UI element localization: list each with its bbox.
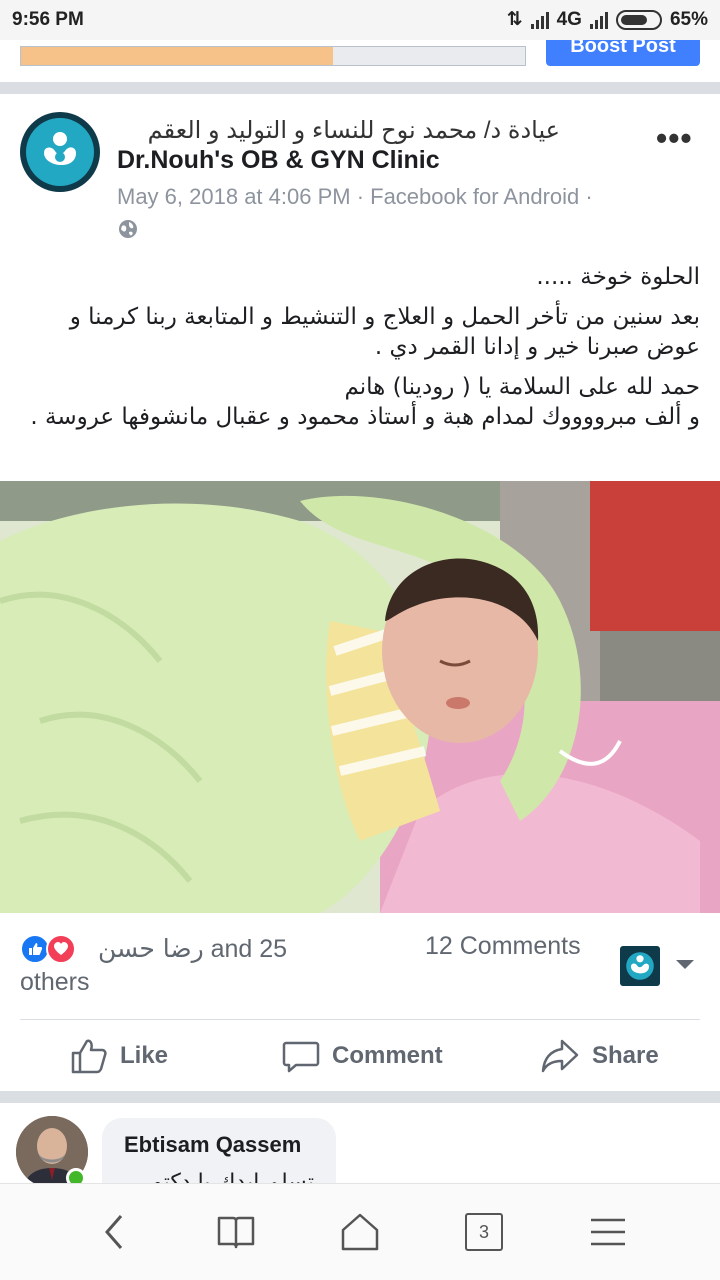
network-type: 4G [556, 8, 582, 30]
actions-divider [20, 1019, 700, 1020]
data-arrows-icon: ⇅ [506, 9, 523, 30]
page-name-arabic[interactable]: عيادة د/ محمد نوح للنساء و التوليد و الع… [148, 116, 560, 145]
page-avatar[interactable] [20, 112, 100, 192]
comment-author[interactable]: Ebtisam Qassem [124, 1132, 301, 1158]
reaction-summary[interactable]: رضا حسن and 25 [98, 934, 287, 964]
back-arrow-icon [105, 1215, 123, 1249]
signal-icon [530, 11, 549, 29]
post-text: الحلوة خوخة ..... بعد سنين من تأخر الحمل… [20, 262, 700, 442]
section-divider [0, 82, 720, 94]
status-bar: 9:56 PM ⇅ 4G 65% [0, 0, 720, 40]
back-button[interactable] [92, 1210, 136, 1254]
boost-progress-bar [20, 46, 526, 66]
comment-bubble-icon [282, 1041, 320, 1073]
reaction-icons[interactable] [20, 934, 76, 964]
reactor-name: رضا حسن [98, 934, 204, 963]
reaction-others[interactable]: others [20, 968, 89, 997]
post-text-line: حمد لله على السلامة يا ( رودينا) هانم [344, 374, 700, 400]
clinic-logo-icon [26, 118, 94, 186]
post-text-line: بعد سنين من تأخر الحمل و العلاج و التنشي… [69, 304, 700, 360]
post-actions: Like Comment Share [0, 1030, 720, 1082]
post-photo[interactable] [0, 481, 720, 913]
hamburger-menu-icon [591, 1218, 625, 1246]
commenter-as-page-avatar[interactable] [620, 946, 660, 986]
post-text-line: و ألف مبرووووك لمدام هبة و أستاذ محمود و… [30, 404, 700, 430]
progress-fill [21, 47, 334, 65]
book-icon [217, 1216, 255, 1249]
section-divider [0, 1091, 720, 1103]
clock: 9:56 PM [12, 9, 84, 30]
comments-count[interactable]: 12 Comments [425, 932, 581, 961]
post-options-button[interactable]: ••• [656, 120, 693, 157]
globe-icon [117, 218, 139, 245]
battery-percent: 65% [669, 8, 708, 30]
chevron-down-icon[interactable] [676, 960, 694, 969]
share-label: Share [592, 1042, 659, 1069]
browser-bottom-nav: 3 [0, 1183, 720, 1280]
comment-button[interactable]: Comment [282, 1030, 443, 1082]
menu-button[interactable] [586, 1210, 630, 1254]
share-button[interactable]: Share [540, 1030, 659, 1082]
like-button[interactable]: Like [70, 1030, 168, 1082]
post-text-line: الحلوة خوخة ..... [536, 264, 700, 290]
reactions-bar: رضا حسن and 25 others 12 Comments [20, 930, 710, 1010]
thumbs-up-icon [71, 1039, 107, 1074]
battery-icon [615, 9, 662, 30]
bookmarks-button[interactable] [212, 1210, 260, 1254]
like-label: Like [120, 1042, 169, 1069]
status-icons: ⇅ 4G 65% [507, 8, 708, 31]
page-name-english[interactable]: Dr.Nouh's OB & GYN Clinic [117, 146, 440, 175]
post-meta[interactable]: May 6, 2018 at 4:06 PM · Facebook for An… [117, 184, 593, 210]
tabs-button[interactable]: 3 [464, 1210, 504, 1254]
tab-count: 3 [465, 1213, 503, 1251]
boost-post-button[interactable]: Boost Post [546, 40, 700, 66]
home-icon [341, 1213, 379, 1251]
reaction-count: and 25 [210, 935, 288, 963]
signal-icon-2 [589, 11, 608, 29]
comment-label: Comment [332, 1042, 443, 1069]
share-arrow-icon [541, 1039, 579, 1073]
home-button[interactable] [336, 1210, 384, 1254]
love-reaction-icon [46, 934, 76, 964]
